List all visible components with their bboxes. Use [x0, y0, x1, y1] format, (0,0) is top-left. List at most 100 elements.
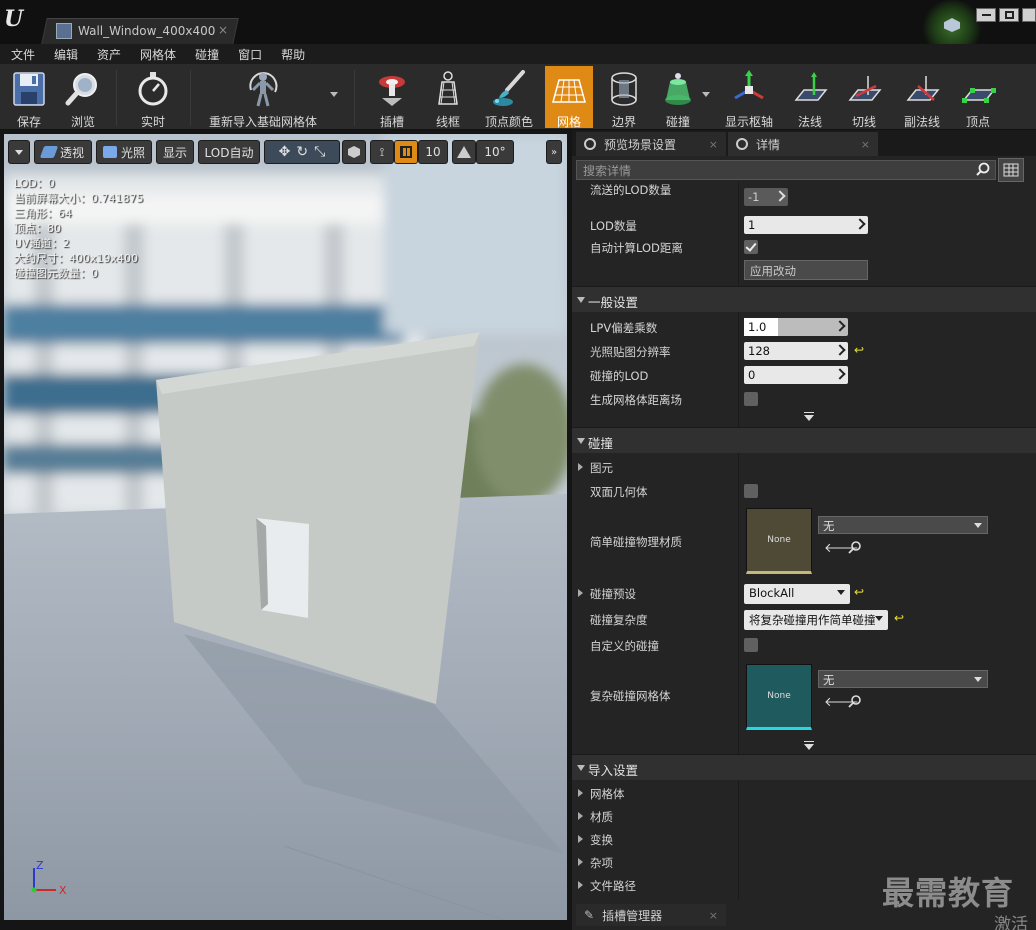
property-import-transform[interactable]: 变换	[572, 832, 1036, 854]
property-label: 光照贴图分辨率	[590, 345, 671, 359]
menu-collision[interactable]: 碰撞	[195, 46, 219, 63]
scale-icon[interactable]: ⤡	[314, 144, 325, 160]
viewport-options-button[interactable]	[8, 140, 30, 164]
reset-to-default-icon[interactable]: ↩	[854, 585, 864, 599]
perspective-button[interactable]: 透视	[34, 140, 92, 164]
rotation-snap-toggle[interactable]	[452, 140, 476, 164]
advanced-expand-icon[interactable]	[804, 412, 814, 421]
axis-indicator-icon	[31, 868, 56, 893]
close-window-button[interactable]	[1022, 8, 1036, 22]
advanced-expand-icon[interactable]	[804, 741, 814, 750]
vertices-button[interactable]: 顶点	[956, 66, 1000, 129]
grid-button[interactable]: 网格	[545, 66, 593, 129]
distance-field-checkbox[interactable]	[744, 392, 758, 406]
vertex-color-button[interactable]: 顶点颜色	[482, 66, 536, 129]
use-selected-arrow-icon[interactable]: 🡐	[824, 694, 859, 710]
use-selected-arrow-icon[interactable]: 🡐	[824, 540, 859, 556]
search-icon	[976, 162, 990, 176]
rotate-icon[interactable]: ↻	[296, 144, 308, 160]
menu-edit[interactable]: 编辑	[54, 46, 78, 63]
collision-complexity-dropdown[interactable]: 将复杂碰撞用作简单碰撞	[744, 610, 888, 630]
lit-button[interactable]: 光照	[96, 140, 152, 164]
browse-asset-icon[interactable]	[848, 694, 862, 708]
physical-material-thumbnail[interactable]: None	[746, 508, 812, 574]
lod-auto-button[interactable]: LOD自动	[198, 140, 260, 164]
reset-to-default-icon[interactable]: ↩	[894, 611, 904, 625]
category-general-settings[interactable]: 一般设置	[572, 286, 1036, 312]
show-pivot-button[interactable]: 显示枢轴	[724, 66, 774, 129]
customized-collision-checkbox[interactable]	[744, 638, 758, 652]
axis-z-label: Z	[36, 859, 44, 872]
apply-changes-button[interactable]: 应用改动	[744, 260, 868, 280]
minimize-button[interactable]	[976, 8, 996, 22]
grid-size-dropdown[interactable]: 10	[418, 140, 448, 164]
tab-close-icon[interactable]: ×	[218, 23, 228, 37]
menu-asset[interactable]: 资产	[97, 46, 121, 63]
unreal-logo[interactable]: U	[4, 6, 23, 32]
tab-details[interactable]: 详情 ×	[728, 132, 878, 156]
category-collision[interactable]: 碰撞	[572, 427, 1036, 453]
streamed-lod-input[interactable]: -1	[744, 188, 788, 206]
browse-asset-icon[interactable]	[848, 540, 862, 554]
document-tab[interactable]: Wall_Window_400x400	[52, 18, 232, 44]
chevron-down-icon	[974, 677, 982, 682]
maximize-button[interactable]	[999, 8, 1019, 22]
auto-lod-checkbox[interactable]	[744, 240, 758, 254]
surface-snap-button[interactable]: ⟟	[370, 140, 394, 164]
tab-close-icon[interactable]: ×	[709, 138, 718, 151]
browse-button[interactable]: 浏览	[60, 66, 106, 129]
category-import-settings[interactable]: 导入设置	[572, 754, 1036, 780]
reset-to-default-icon[interactable]: ↩	[854, 343, 864, 357]
tab-close-icon[interactable]: ×	[709, 909, 718, 922]
property-label: 复杂碰撞网格体	[590, 689, 671, 703]
lod-count-value: 1	[748, 218, 756, 232]
translate-icon[interactable]: ✥	[279, 144, 291, 160]
collision-mesh-combo[interactable]: 无	[818, 670, 988, 688]
lpv-bias-input[interactable]: 1.0	[744, 318, 848, 336]
double-sided-checkbox[interactable]	[744, 484, 758, 498]
tab-socket-manager[interactable]: ✎ 插槽管理器 ×	[576, 904, 726, 926]
physical-material-combo[interactable]: 无	[818, 516, 988, 534]
tab-close-icon[interactable]: ×	[861, 138, 870, 151]
collision-dropdown-icon[interactable]	[702, 92, 710, 97]
tab-preview-scene-settings[interactable]: 预览场景设置 ×	[576, 132, 726, 156]
realtime-button[interactable]: 实时	[130, 66, 176, 129]
property-double-sided: 双面几何体	[572, 484, 1036, 506]
property-primitives[interactable]: 图元	[572, 460, 1036, 482]
collision-button[interactable]: 碰撞	[656, 66, 700, 129]
property-collision-presets[interactable]: 碰撞预设 BlockAll ↩	[572, 584, 1036, 608]
socket-button[interactable]: 插槽	[370, 66, 414, 129]
viewport-expand-button[interactable]: »	[546, 140, 562, 164]
show-button[interactable]: 显示	[156, 140, 194, 164]
wireframe-button[interactable]: 线框	[426, 66, 470, 129]
reimport-mannequin-icon	[245, 70, 281, 108]
search-details-input[interactable]: 搜索详情	[576, 160, 996, 180]
reimport-button[interactable]: 重新导入基础网格体	[206, 66, 320, 129]
reimport-dropdown-icon[interactable]	[330, 92, 338, 97]
lod-for-collision-input[interactable]: 0	[744, 366, 848, 384]
bounds-button[interactable]: 边界	[602, 66, 646, 129]
rotation-size-dropdown[interactable]: 10°	[476, 140, 514, 164]
menu-help[interactable]: 帮助	[281, 46, 305, 63]
collision-mesh-thumbnail[interactable]: None	[746, 664, 812, 730]
menu-window[interactable]: 窗口	[238, 46, 262, 63]
collision-preset-dropdown[interactable]: BlockAll	[744, 584, 850, 604]
tangents-button[interactable]: 切线	[842, 66, 886, 129]
save-button[interactable]: 保存	[6, 66, 52, 129]
grid-snap-toggle[interactable]	[394, 140, 418, 164]
menu-mesh[interactable]: 网格体	[140, 46, 176, 63]
mesh-viewport[interactable]: 透视 光照 显示 LOD自动 ✥ ↻ ⤡ ⟟ 10 10° » LOD：0 当前…	[4, 134, 567, 920]
menu-file[interactable]: 文件	[11, 46, 35, 63]
property-matrix-button[interactable]	[998, 158, 1024, 182]
details-panel: 预览场景设置 × 详情 × 搜索详情 流送的LOD数量 -1 LOD数量 1 自…	[572, 130, 1036, 930]
binormals-button[interactable]: 副法线	[898, 66, 946, 129]
normals-button[interactable]: 法线	[788, 66, 832, 129]
property-import-mesh[interactable]: 网格体	[572, 786, 1036, 808]
lod-count-input[interactable]: 1	[744, 216, 868, 234]
tangents-label: 切线	[851, 115, 876, 129]
drag-arrow-icon	[854, 218, 866, 230]
property-label: 碰撞复杂度	[590, 613, 648, 627]
coordinate-space-button[interactable]	[342, 140, 366, 164]
property-import-material[interactable]: 材质	[572, 809, 1036, 831]
lightmap-resolution-input[interactable]: 128	[744, 342, 848, 360]
